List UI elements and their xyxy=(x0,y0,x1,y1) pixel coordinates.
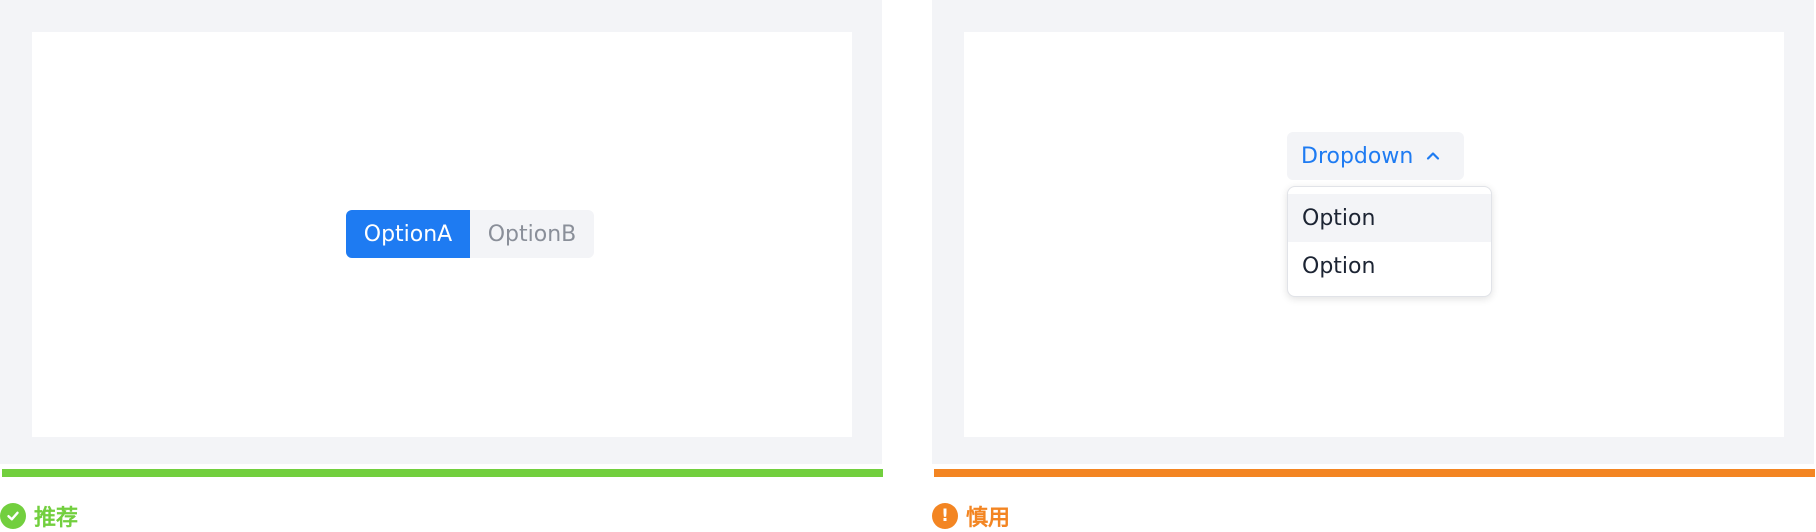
exclamation-circle-icon: ! xyxy=(932,503,958,529)
caution-indicator-bar xyxy=(934,469,1815,477)
caution-label: 慎用 xyxy=(966,506,1011,531)
dropdown-menu: Option Option xyxy=(1287,186,1492,297)
chevron-up-icon xyxy=(1427,152,1440,160)
dropdown-label: Dropdown xyxy=(1301,143,1414,169)
recommend-label: 推荐 xyxy=(34,506,79,531)
segmented-control: OptionA OptionB xyxy=(346,210,594,258)
recommend-indicator-bar xyxy=(2,469,883,477)
caution-caption: ! 慎用 xyxy=(932,501,1010,531)
check-circle-icon xyxy=(0,503,26,529)
recommended-example-canvas: OptionA OptionB xyxy=(32,32,852,437)
dropdown-option[interactable]: Option xyxy=(1288,242,1491,290)
recommended-example-panel: OptionA OptionB xyxy=(0,0,882,464)
caution-example-canvas: Dropdown Option Option xyxy=(964,32,1784,437)
caution-example-panel: Dropdown Option Option xyxy=(932,0,1814,464)
dropdown-trigger[interactable]: Dropdown xyxy=(1287,132,1464,180)
dropdown-option[interactable]: Option xyxy=(1288,194,1491,242)
recommend-caption: 推荐 xyxy=(0,501,78,531)
segment-option-b[interactable]: OptionB xyxy=(470,210,594,258)
segment-option-a[interactable]: OptionA xyxy=(346,210,470,258)
